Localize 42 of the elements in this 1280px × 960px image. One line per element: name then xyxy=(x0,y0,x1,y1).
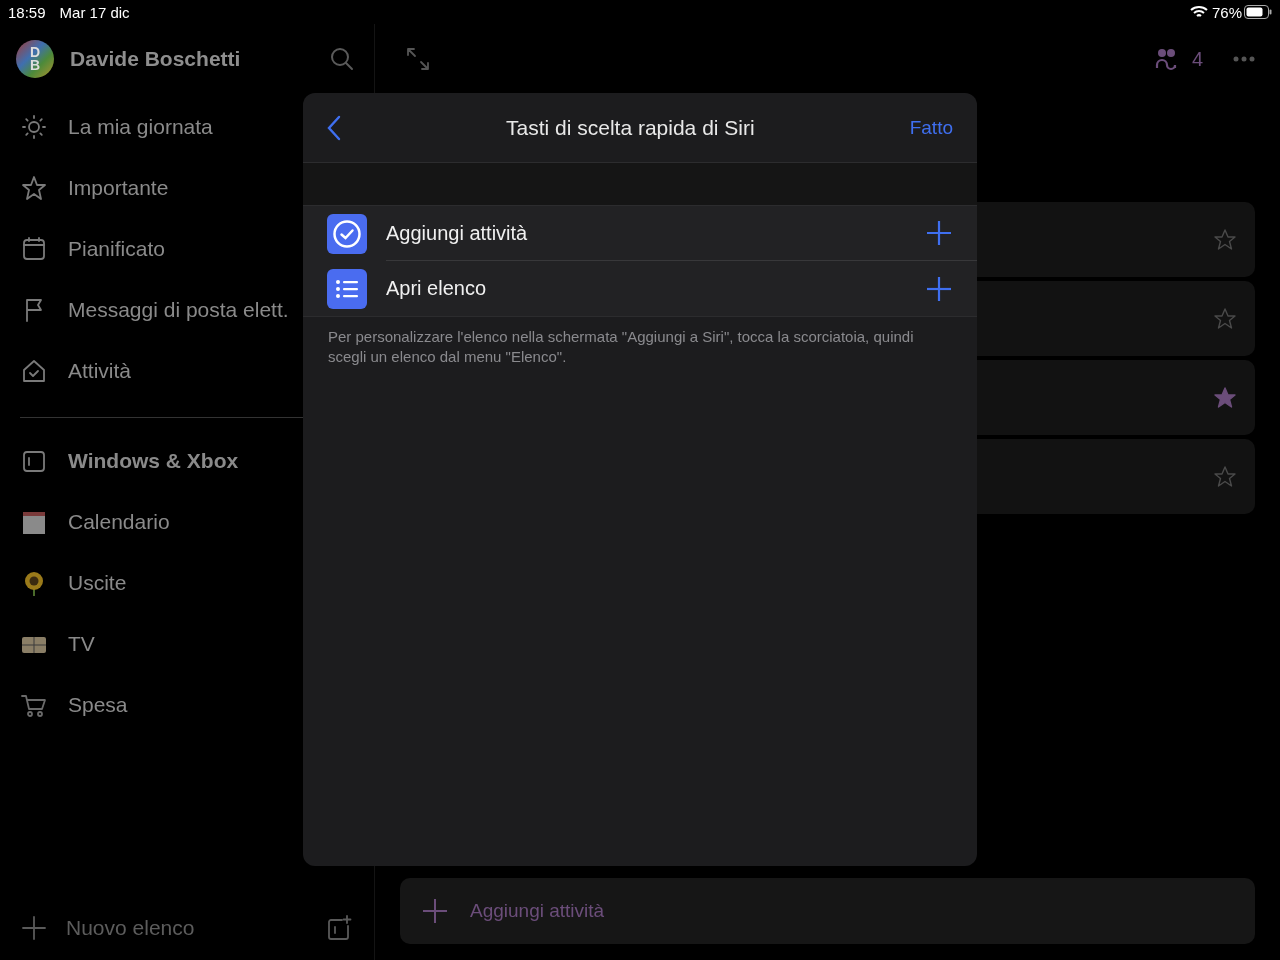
member-count: 4 xyxy=(1191,47,1203,71)
sidebar-item[interactable]: Calendario xyxy=(16,491,374,552)
expand-icon[interactable] xyxy=(405,46,431,72)
sidebar-item[interactable]: Windows & Xbox xyxy=(16,430,374,491)
battery-icon xyxy=(1244,5,1272,19)
plus-icon[interactable] xyxy=(22,916,46,940)
sidebar-item[interactable]: Uscite xyxy=(16,552,374,613)
battery-percent: 76% xyxy=(1211,3,1242,21)
done-button[interactable]: Fatto xyxy=(909,116,953,139)
sidebar-item[interactable]: TV xyxy=(16,613,374,674)
status-date: Mar 17 dic xyxy=(59,3,130,21)
new-group-icon[interactable] xyxy=(326,915,352,941)
help-text: Per personalizzare l'elenco nella schermata "Aggiungi a Siri", tocca la scorciatoia, quindi scegli un elenco dal menu "Elenco". xyxy=(328,327,915,367)
add-task-field[interactable]: Aggiungi attività xyxy=(468,899,1255,923)
shortcut-label: Apri elenco xyxy=(386,277,488,300)
sidebar-item[interactable]: Importante xyxy=(16,157,374,218)
avatar[interactable]: D B xyxy=(16,40,54,78)
add-shortcut-button[interactable] xyxy=(925,219,953,247)
star-icon[interactable] xyxy=(1213,464,1237,489)
sun-icon xyxy=(20,112,48,141)
more-icon[interactable] xyxy=(1233,56,1255,62)
avatar-initial: B xyxy=(29,59,41,72)
avatar-initial: D xyxy=(29,46,41,59)
sidebar-item[interactable]: Pianificato xyxy=(16,218,374,279)
search-icon[interactable] xyxy=(330,47,354,71)
add-task-bar[interactable]: Aggiungi attività xyxy=(400,878,1255,944)
star-icon[interactable] xyxy=(1213,385,1237,410)
star-icon xyxy=(20,173,48,202)
sidebar-item[interactable]: Spesa xyxy=(16,674,374,735)
star-icon[interactable] xyxy=(1213,306,1237,331)
dialog-title: Tasti di scelta rapida di Siri xyxy=(505,115,756,140)
list-icon xyxy=(327,268,367,309)
status-time: 18:59 xyxy=(8,3,46,21)
new-list-button[interactable]: Nuovo elenco xyxy=(66,916,306,940)
plus-icon xyxy=(422,898,448,924)
star-icon[interactable] xyxy=(1213,227,1237,252)
add-shortcut-button[interactable] xyxy=(925,274,953,303)
calendar-icon xyxy=(20,234,48,263)
wifi-icon xyxy=(1189,5,1208,19)
sidebar-item[interactable]: La mia giornata xyxy=(16,96,374,157)
shortcut-label: Aggiungi attività xyxy=(386,221,529,245)
user-name: Davide Boschetti xyxy=(70,47,242,71)
